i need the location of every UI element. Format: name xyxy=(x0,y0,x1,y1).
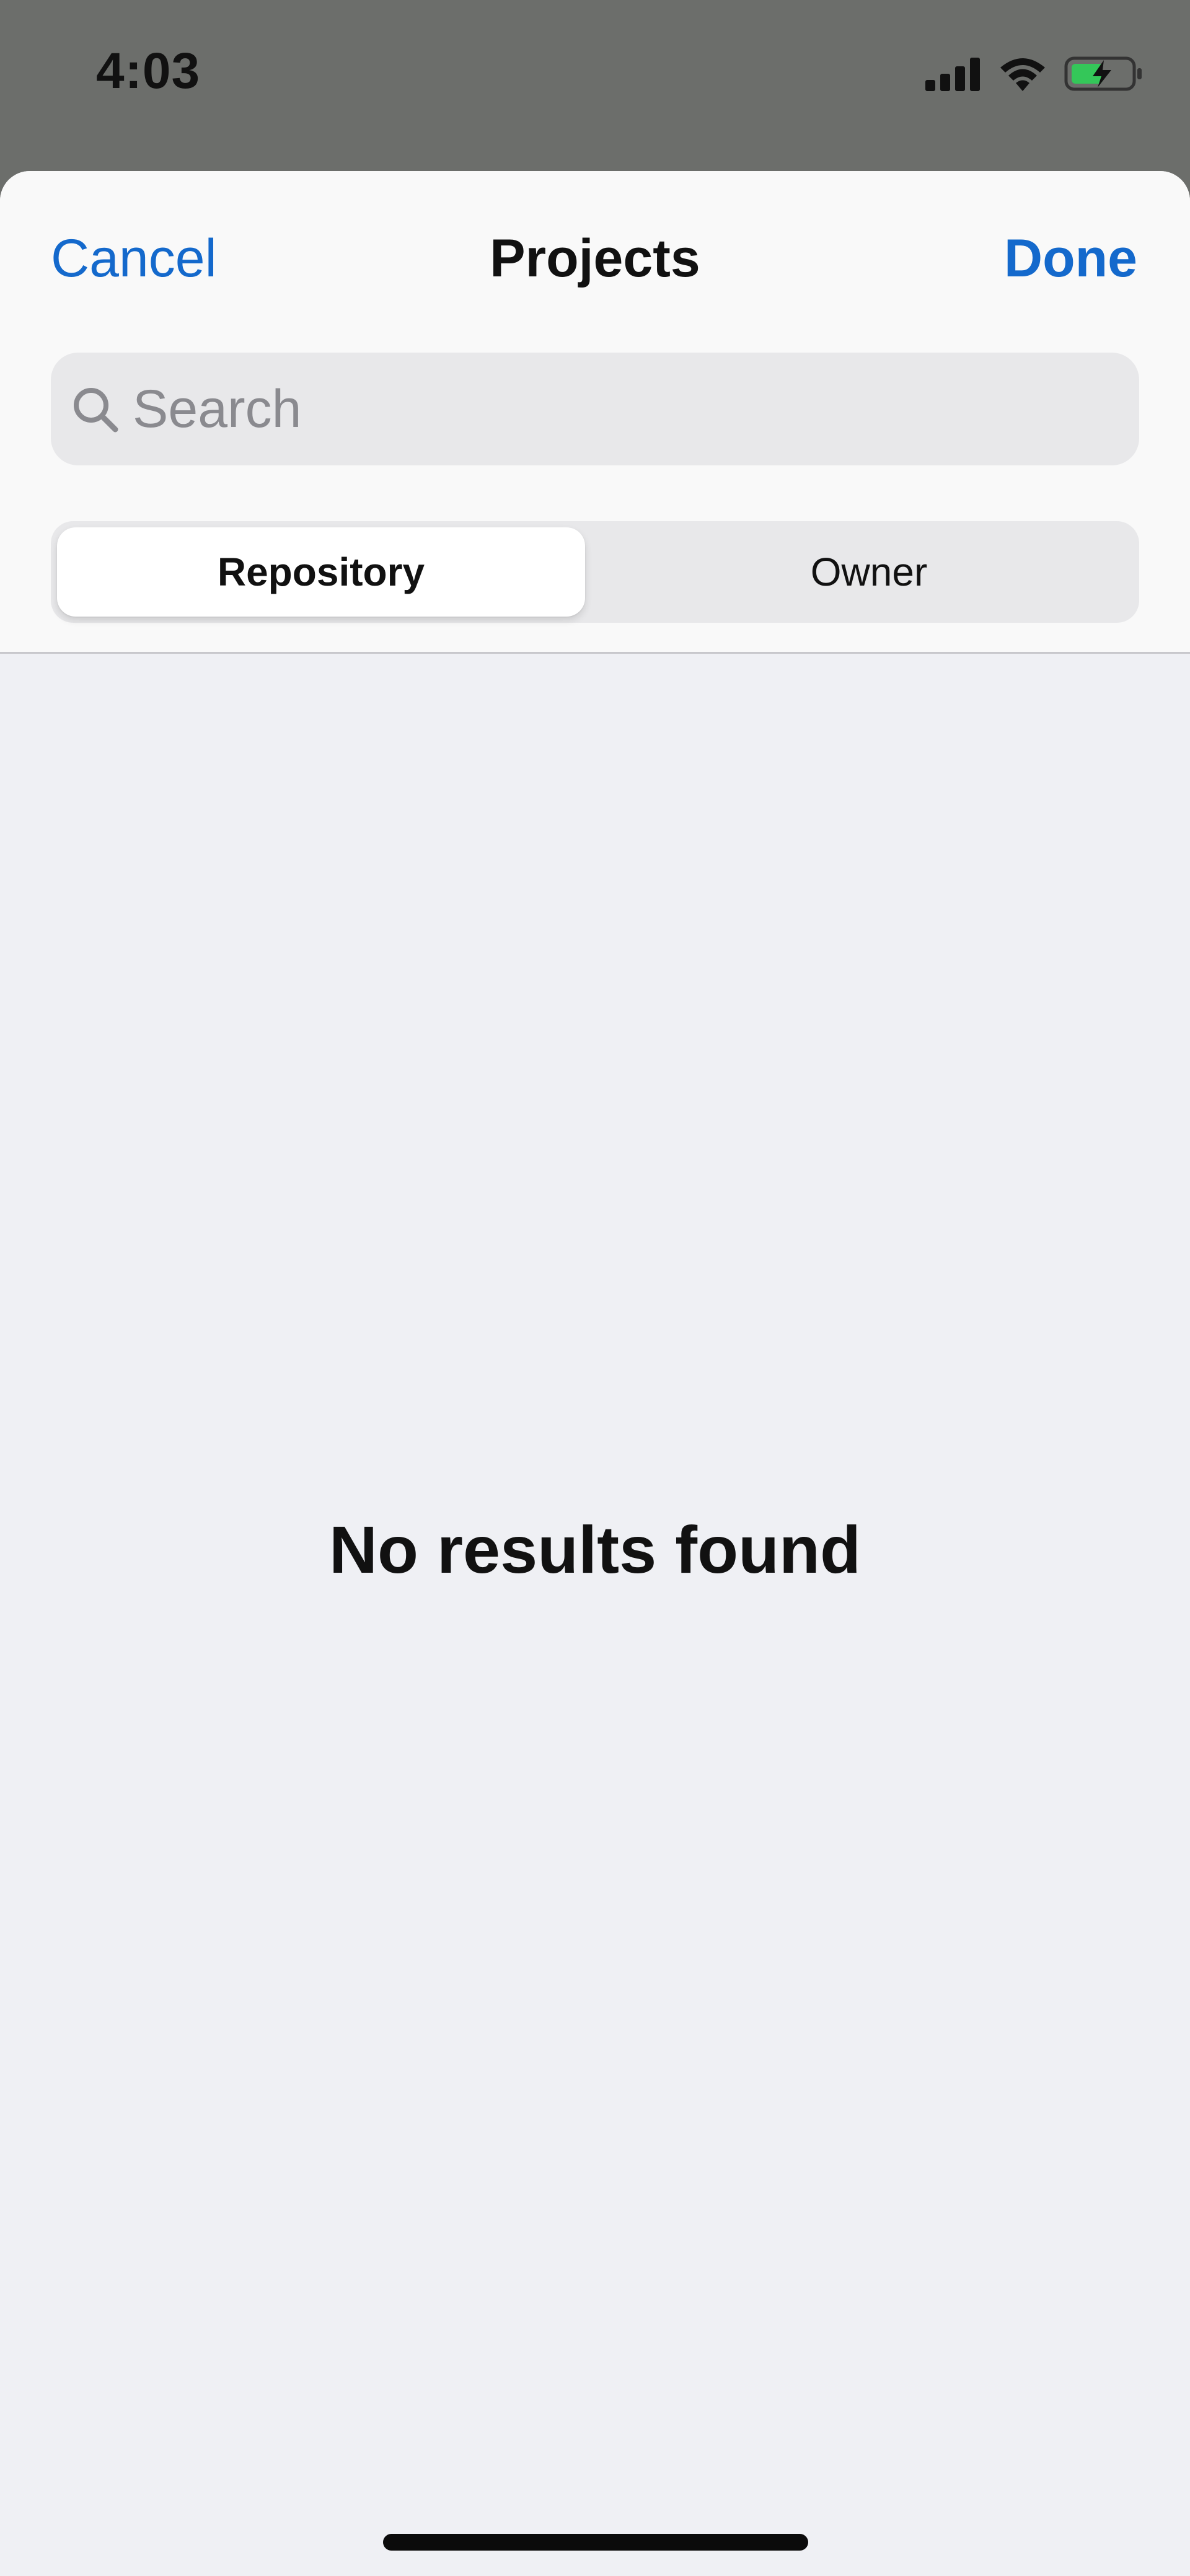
sheet-header: Cancel Projects Done Repository Owner xyxy=(0,171,1190,654)
cancel-button[interactable]: Cancel xyxy=(51,228,217,289)
segment-owner[interactable]: Owner xyxy=(605,527,1133,617)
segmented-control: Repository Owner xyxy=(51,521,1139,623)
signal-icon xyxy=(925,58,980,91)
home-indicator[interactable] xyxy=(383,2534,808,2551)
empty-state-message: No results found xyxy=(329,1512,861,1587)
done-button[interactable]: Done xyxy=(1004,228,1137,289)
search-bar[interactable] xyxy=(51,353,1139,465)
battery-charging-icon xyxy=(1064,56,1142,91)
status-bar: 4:03 xyxy=(0,0,1190,149)
search-input[interactable] xyxy=(133,353,1112,465)
screen: 4:03 Cancel Projects Done Search Reposit… xyxy=(0,0,1190,2576)
status-icons xyxy=(925,53,1144,94)
projects-sheet: Cancel Projects Done Repository Owner No… xyxy=(0,171,1190,2576)
segment-repository[interactable]: Repository xyxy=(57,527,585,617)
search-icon xyxy=(74,388,118,433)
status-time: 4:03 xyxy=(96,43,201,99)
wifi-icon xyxy=(1000,58,1045,91)
